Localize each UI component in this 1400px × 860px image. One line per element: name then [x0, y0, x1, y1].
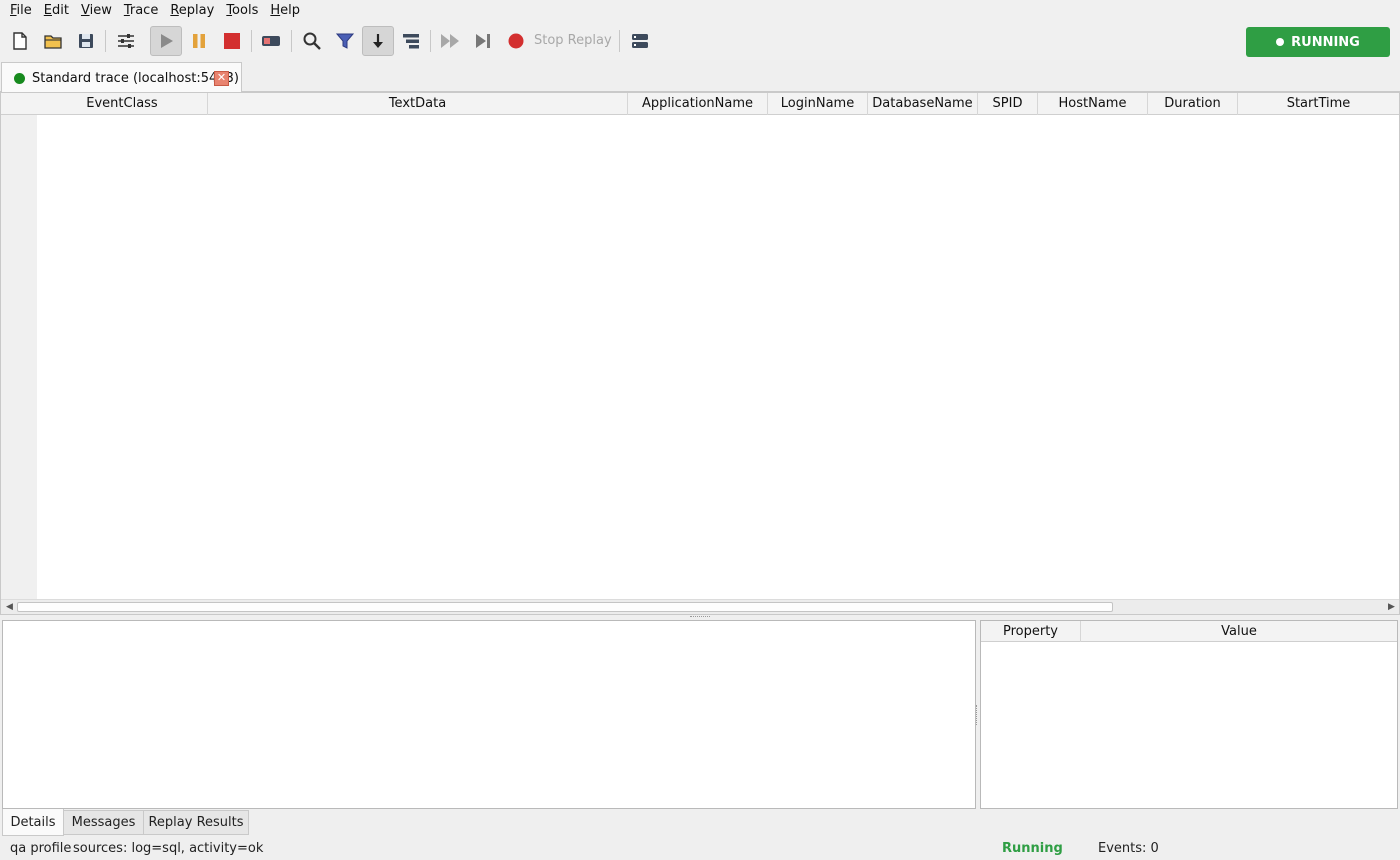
trace-status-dot-icon — [14, 72, 25, 84]
stop-icon — [224, 33, 240, 49]
row-header-gutter — [1, 115, 37, 599]
pause-icon — [193, 34, 205, 48]
trace-tab-strip: Standard trace (localhost:5433) ✕ — [0, 60, 1400, 93]
column-header-eventclass[interactable]: EventClass — [37, 93, 208, 115]
toolbar-separator — [251, 30, 252, 52]
status-event-count: Events: 0 — [1098, 841, 1159, 856]
menu-bar: File Edit View Trace Replay Tools Help — [0, 0, 1400, 22]
record-icon — [508, 33, 524, 49]
tab-replay-results[interactable]: Replay Results — [143, 810, 249, 835]
start-trace-button[interactable] — [150, 26, 182, 56]
replay-all-button[interactable] — [435, 26, 465, 56]
menu-help[interactable]: Help — [264, 0, 306, 22]
filter-icon — [335, 33, 355, 49]
new-file-icon — [13, 32, 27, 50]
toolbar-separator — [105, 30, 106, 52]
running-status-label: RUNNING — [1291, 34, 1360, 50]
toolbar-separator — [291, 30, 292, 52]
column-header-databasename[interactable]: DatabaseName — [868, 93, 978, 115]
group-icon — [403, 34, 419, 49]
replay-step-icon — [476, 34, 490, 48]
column-header-duration[interactable]: Duration — [1148, 93, 1238, 115]
tab-details[interactable]: Details — [2, 809, 64, 836]
new-trace-button[interactable] — [5, 26, 35, 56]
status-bar: qa profile sources: log=sql, activity=ok… — [0, 837, 1400, 860]
menu-tools[interactable]: Tools — [220, 0, 264, 22]
find-button[interactable] — [297, 26, 327, 56]
column-header-applicationname[interactable]: ApplicationName — [628, 93, 768, 115]
find-icon — [303, 32, 321, 50]
toolbar: Stop Replay RUNNING — [0, 22, 1400, 60]
column-header-hostname[interactable]: HostName — [1038, 93, 1148, 115]
status-profile: qa profile — [10, 841, 72, 856]
column-header-property[interactable]: Property — [981, 621, 1081, 642]
toolbar-separator — [430, 30, 431, 52]
column-header-loginname[interactable]: LoginName — [768, 93, 868, 115]
save-button[interactable] — [71, 26, 101, 56]
play-icon — [161, 34, 173, 48]
group-events-button[interactable] — [396, 26, 426, 56]
bottom-tab-bar: Details Messages Replay Results — [0, 809, 1400, 837]
save-icon — [79, 34, 93, 48]
menu-file[interactable]: File — [4, 0, 38, 22]
property-header: Property Value — [981, 621, 1397, 642]
pause-trace-button[interactable] — [184, 26, 214, 56]
menu-replay[interactable]: Replay — [164, 0, 220, 22]
filter-button[interactable] — [330, 26, 360, 56]
scroll-right-icon[interactable]: ▶ — [1384, 600, 1399, 614]
column-header-value[interactable]: Value — [1081, 621, 1397, 642]
server-icon — [632, 34, 648, 48]
status-sources: sources: log=sql, activity=ok — [73, 841, 264, 856]
replay-fast-icon — [441, 34, 459, 48]
tab-messages[interactable]: Messages — [63, 810, 144, 835]
open-folder-icon — [44, 35, 62, 49]
clear-icon — [262, 36, 280, 46]
trace-tab-label: Standard trace (localhost:5433) — [32, 70, 239, 86]
autoscroll-icon — [373, 34, 383, 48]
status-dot-icon — [1276, 38, 1285, 46]
grid-header: EventClass TextData ApplicationName Logi… — [1, 93, 1399, 115]
column-header-spid[interactable]: SPID — [978, 93, 1038, 115]
trace-properties-button[interactable] — [111, 26, 141, 56]
splitter-grip-icon — [690, 616, 710, 618]
open-button[interactable] — [38, 26, 68, 56]
stop-replay-button[interactable]: Stop Replay — [534, 31, 612, 51]
properties-icon — [118, 34, 134, 48]
event-grid: EventClass TextData ApplicationName Logi… — [0, 92, 1400, 615]
property-pane: Property Value — [980, 620, 1398, 809]
record-button[interactable] — [501, 26, 531, 56]
menu-trace[interactable]: Trace — [118, 0, 165, 22]
stop-trace-button[interactable] — [217, 26, 247, 56]
server-connection-button[interactable] — [625, 26, 655, 56]
column-header-textdata[interactable]: TextData — [208, 93, 628, 115]
event-text-pane[interactable] — [2, 620, 976, 809]
clear-trace-button[interactable] — [256, 26, 286, 56]
close-tab-icon[interactable]: ✕ — [214, 71, 229, 86]
status-state: Running — [1002, 841, 1063, 856]
autoscroll-button[interactable] — [362, 26, 394, 56]
trace-tab[interactable]: Standard trace (localhost:5433) ✕ — [1, 62, 242, 93]
menu-view[interactable]: View — [75, 0, 118, 22]
toolbar-separator — [619, 30, 620, 52]
running-status-button[interactable]: RUNNING — [1246, 27, 1390, 57]
horizontal-scrollbar[interactable]: ◀ ▶ — [1, 599, 1399, 614]
column-header-starttime[interactable]: StartTime — [1238, 93, 1399, 115]
scroll-left-icon[interactable]: ◀ — [2, 600, 17, 614]
replay-step-button[interactable] — [468, 26, 498, 56]
menu-edit[interactable]: Edit — [38, 0, 75, 22]
scrollbar-thumb[interactable] — [17, 602, 1113, 612]
